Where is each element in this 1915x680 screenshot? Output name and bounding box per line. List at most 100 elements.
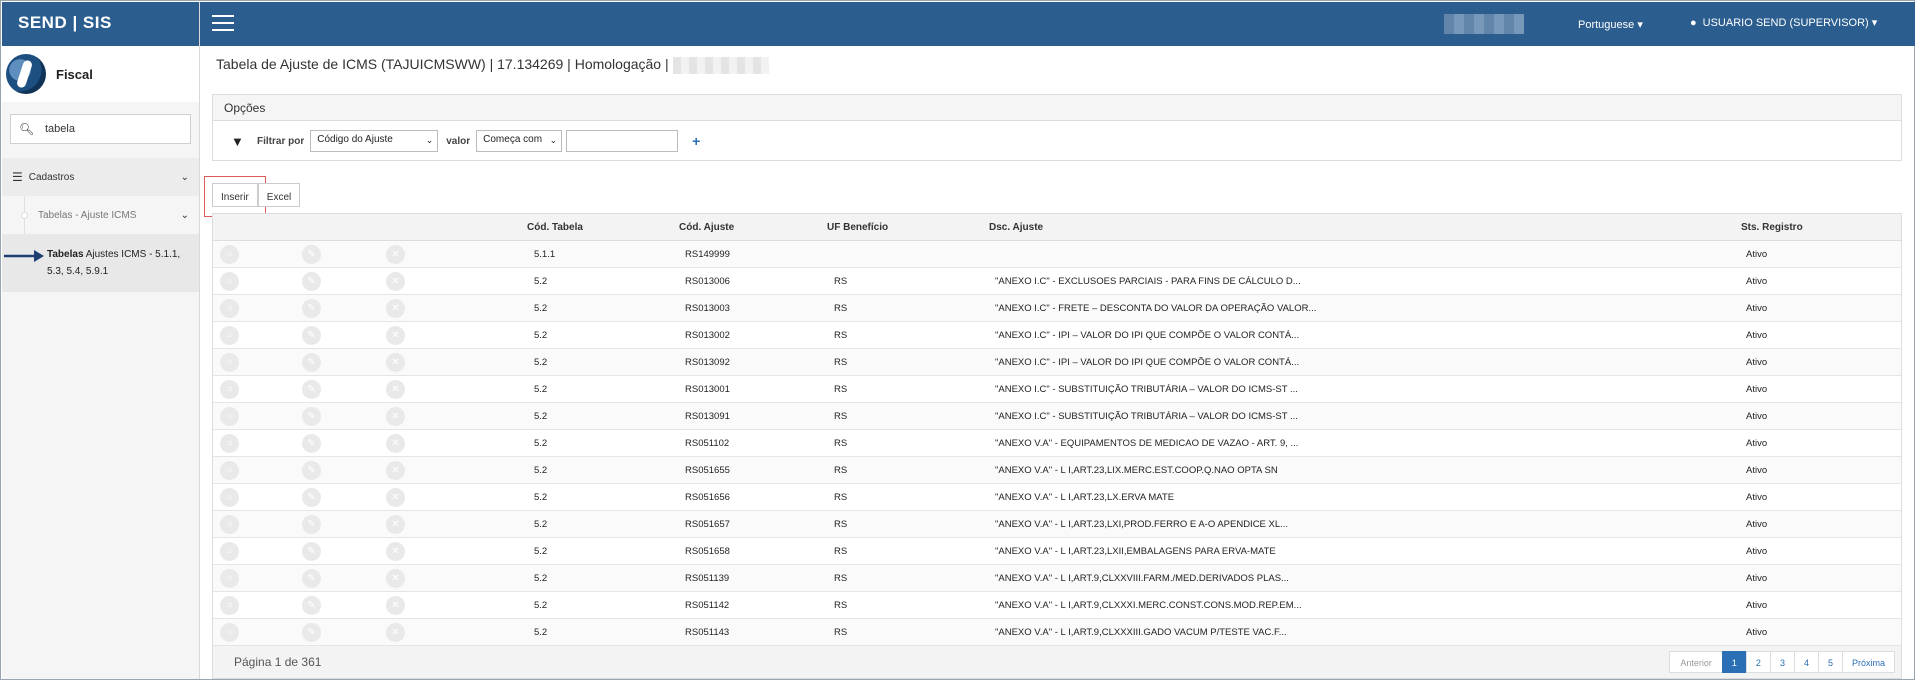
view-icon[interactable]: ○ [220,461,239,480]
page-5-button[interactable]: 5 [1817,651,1843,673]
excel-button[interactable]: Excel [257,183,301,207]
delete-x-icon[interactable]: ✕ [386,380,405,399]
view-icon[interactable]: ○ [220,542,239,561]
add-filter-plus-icon[interactable]: + [692,133,700,149]
col-header-uf-beneficio[interactable]: UF Benefício [827,222,888,233]
delete-x-icon[interactable]: ✕ [386,515,405,534]
table-row: ○ ✎ ✕ 5.2 RS013092 RS "ANEXO I.C" - IPI – VALO… [213,349,1901,376]
operator-select[interactable]: Começa com ⌄ [476,130,563,152]
cell-sts-registro: Ativo [1746,438,1768,449]
cell-uf-beneficio: RS [834,492,848,503]
page-2-button[interactable]: 2 [1745,651,1771,673]
next-page-button[interactable]: Próxima [1841,651,1895,673]
edit-pencil-icon[interactable]: ✎ [302,245,321,264]
delete-x-icon[interactable]: ✕ [386,245,405,264]
hamburger-menu-icon[interactable] [212,15,234,32]
insert-button[interactable]: Inserir [212,183,258,207]
sidebar-active-label-line2: 5.3, 5.4, 5.9.1 [47,266,109,277]
table-row: ○ ✎ ✕ 5.2 RS051656 RS "ANEXO V.A" - L I,ART.23… [213,484,1901,511]
menu-search-input[interactable] [45,123,185,135]
edit-pencil-icon[interactable]: ✎ [302,299,321,318]
view-icon[interactable]: ○ [220,623,239,642]
view-icon[interactable]: ○ [220,272,239,291]
cell-uf-beneficio: RS [834,627,848,638]
view-icon[interactable]: ○ [220,596,239,615]
cell-uf-beneficio: RS [834,546,848,557]
delete-x-icon[interactable]: ✕ [386,326,405,345]
filter-funnel-icon[interactable]: ▼︎ [231,134,253,149]
cell-cod-ajuste: RS013001 [685,384,730,395]
cell-uf-beneficio: RS [834,438,848,449]
cell-cod-ajuste: RS149999 [685,249,730,260]
filter-field-select[interactable]: Código do Ajuste ⌄ [310,130,439,152]
table-row: ○ ✎ ✕ 5.2 RS051142 RS "ANEXO V.A" - L I,ART.9,… [213,592,1901,619]
value-label: valor [446,135,471,147]
delete-x-icon[interactable]: ✕ [386,434,405,453]
edit-pencil-icon[interactable]: ✎ [302,515,321,534]
col-header-dsc-ajuste[interactable]: Dsc. Ajuste [989,222,1043,233]
page-4-button[interactable]: 4 [1793,651,1819,673]
edit-pencil-icon[interactable]: ✎ [302,326,321,345]
view-icon[interactable]: ○ [220,569,239,588]
cell-dsc-ajuste: "ANEXO I.C" - IPI – VALOR DO IPI QUE COM… [995,357,1300,368]
cell-cod-tabela: 5.2 [534,573,548,584]
view-icon[interactable]: ○ [220,326,239,345]
view-icon[interactable]: ○ [220,299,239,318]
view-icon[interactable]: ○ [220,488,239,507]
cell-dsc-ajuste: "ANEXO V.A" - L I,ART.23,LXI,PROD.FERRO … [995,519,1289,530]
user-menu[interactable]: ● USUARIO SEND (SUPERVISOR) ▾ [1690,16,1877,29]
delete-x-icon[interactable]: ✕ [386,569,405,588]
view-icon[interactable]: ○ [220,353,239,372]
delete-x-icon[interactable]: ✕ [386,272,405,291]
edit-pencil-icon[interactable]: ✎ [302,434,321,453]
cell-uf-beneficio: RS [834,384,848,395]
filter-value-input[interactable] [566,130,679,152]
view-icon[interactable]: ○ [220,245,239,264]
view-icon[interactable]: ○ [220,407,239,426]
brand-logo-text[interactable]: SEND | SIS [2,2,199,46]
edit-pencil-icon[interactable]: ✎ [302,407,321,426]
language-dropdown[interactable]: Portuguese ▾ [1578,18,1643,31]
delete-x-icon[interactable]: ✕ [386,542,405,561]
edit-pencil-icon[interactable]: ✎ [302,272,321,291]
delete-x-icon[interactable]: ✕ [386,623,405,642]
col-header-sts-registro[interactable]: Sts. Registro [1741,222,1803,233]
delete-x-icon[interactable]: ✕ [386,353,405,372]
cell-sts-registro: Ativo [1746,411,1768,422]
col-header-cod-tabela[interactable]: Cód. Tabela [527,222,583,233]
cell-sts-registro: Ativo [1746,357,1768,368]
delete-x-icon[interactable]: ✕ [386,596,405,615]
page-3-button[interactable]: 3 [1769,651,1795,673]
cell-cod-ajuste: RS013092 [685,357,730,368]
edit-pencil-icon[interactable]: ✎ [302,461,321,480]
chevron-down-icon: ⌄ [425,135,434,145]
edit-pencil-icon[interactable]: ✎ [302,623,321,642]
sidebar-item-tabelas-ajustes-icms[interactable]: Tabelas Ajustes ICMS - 5.1.1, 5.3, 5.4, … [2,234,199,292]
edit-pencil-icon[interactable]: ✎ [302,569,321,588]
delete-x-icon[interactable]: ✕ [386,299,405,318]
view-icon[interactable]: ○ [220,434,239,453]
cell-dsc-ajuste: "ANEXO V.A" - L I,ART.9,CLXXXI.MERC.CONS… [995,600,1302,611]
col-header-cod-ajuste[interactable]: Cód. Ajuste [679,222,734,233]
view-icon[interactable]: ○ [220,515,239,534]
view-icon[interactable]: ○ [220,380,239,399]
edit-pencil-icon[interactable]: ✎ [302,488,321,507]
delete-x-icon[interactable]: ✕ [386,461,405,480]
sidebar-group-cadastros[interactable]: ☰ Cadastros ⌄ [2,158,199,196]
table-row: ○ ✎ ✕ 5.2 RS013003 RS "ANEXO I.C" - FRETE – DE… [213,295,1901,322]
menu-search[interactable]: 🔍︎ [10,114,191,144]
edit-pencil-icon[interactable]: ✎ [302,380,321,399]
prev-page-button[interactable]: Anterior [1669,651,1723,673]
cell-cod-ajuste: RS051655 [685,465,730,476]
sidebar-item-tabelas-ajuste-icms[interactable]: Tabelas - Ajuste ICMS ⌄ [2,196,199,234]
sidebar-active-label-bold: Tabelas [47,249,84,260]
cell-cod-tabela: 5.2 [534,438,548,449]
delete-x-icon[interactable]: ✕ [386,488,405,507]
edit-pencil-icon[interactable]: ✎ [302,353,321,372]
cell-cod-tabela: 5.1.1 [534,249,556,260]
page-1-button[interactable]: 1 [1721,651,1747,673]
delete-x-icon[interactable]: ✕ [386,407,405,426]
cell-cod-tabela: 5.2 [534,519,548,530]
edit-pencil-icon[interactable]: ✎ [302,542,321,561]
edit-pencil-icon[interactable]: ✎ [302,596,321,615]
